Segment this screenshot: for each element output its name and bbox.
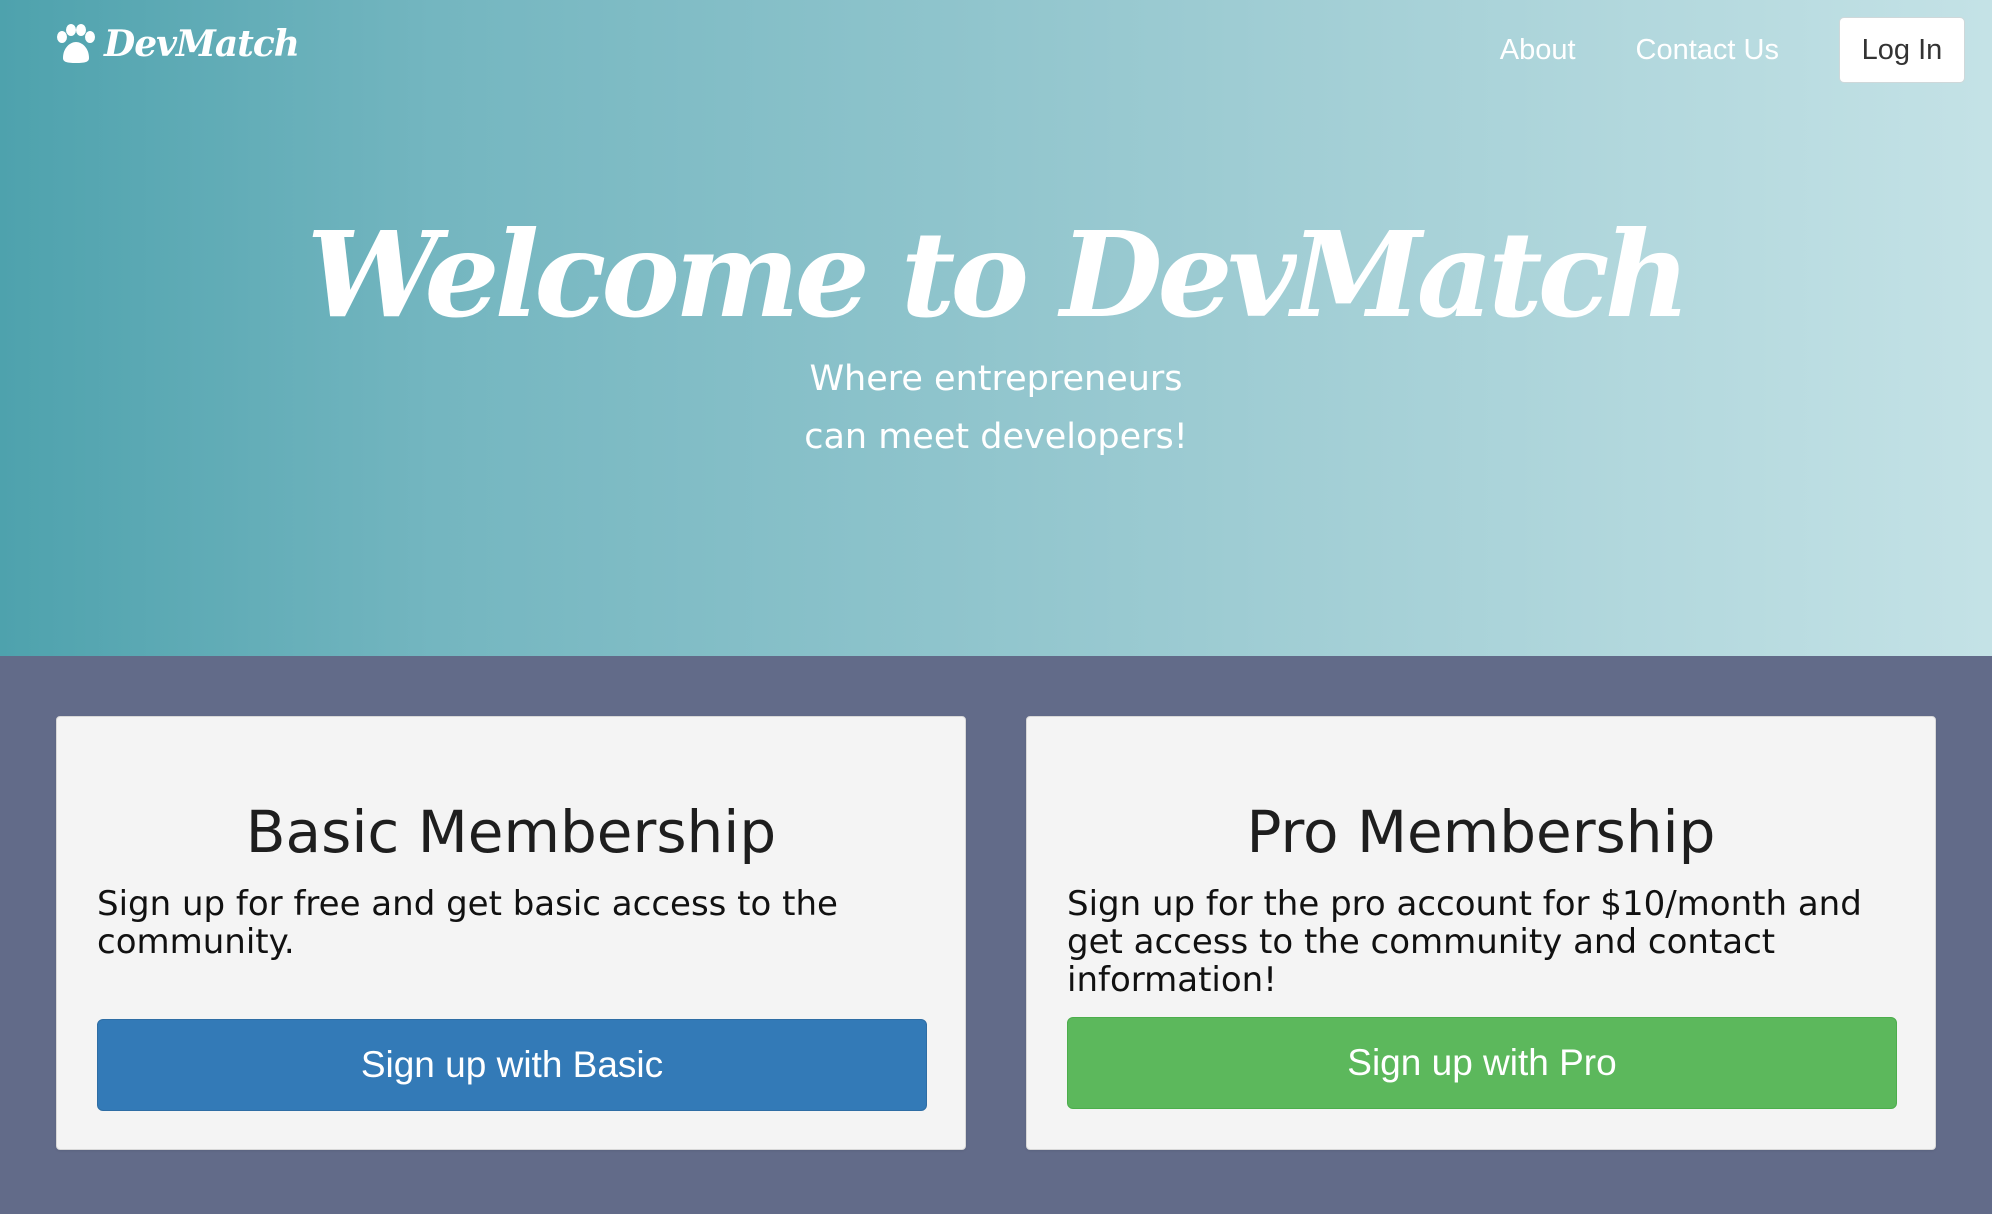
nav-link-about[interactable]: About [1500,34,1576,67]
basic-membership-description: Sign up for free and get basic access to… [97,884,838,962]
basic-membership-card: Basic Membership Sign up for free and ge… [56,716,966,1150]
page: DevMatch About Contact Us Log In Welcome… [0,0,1992,1214]
hero-title: Welcome to DevMatch [306,205,1691,344]
hero-subtitle-line-2: can meet developers! [804,417,1188,457]
log-in-button[interactable]: Log In [1839,17,1965,83]
hero-section: DevMatch About Contact Us Log In Welcome… [0,0,1992,656]
paw-icon [57,24,95,63]
nav-link-contact-us[interactable]: Contact Us [1636,34,1779,67]
navbar: DevMatch About Contact Us Log In [0,0,1992,100]
brand-name: DevMatch [104,23,300,65]
hero-subtitle-line-1: Where entrepreneurs [809,359,1183,399]
hero-subtitle: Where entrepreneurs can meet developers! [0,350,1992,466]
pro-membership-title: Pro Membership [1246,798,1716,866]
brand-logo-link[interactable]: DevMatch [54,22,300,66]
basic-membership-title: Basic Membership [245,798,777,866]
pro-membership-description: Sign up for the pro account for $10/mont… [1067,884,1862,1000]
nav-links: About Contact Us Log In [1500,16,1992,84]
sign-up-basic-button[interactable]: Sign up with Basic [97,1019,927,1111]
sign-up-pro-button[interactable]: Sign up with Pro [1067,1017,1897,1109]
pro-membership-card: Pro Membership Sign up for the pro accou… [1026,716,1936,1150]
